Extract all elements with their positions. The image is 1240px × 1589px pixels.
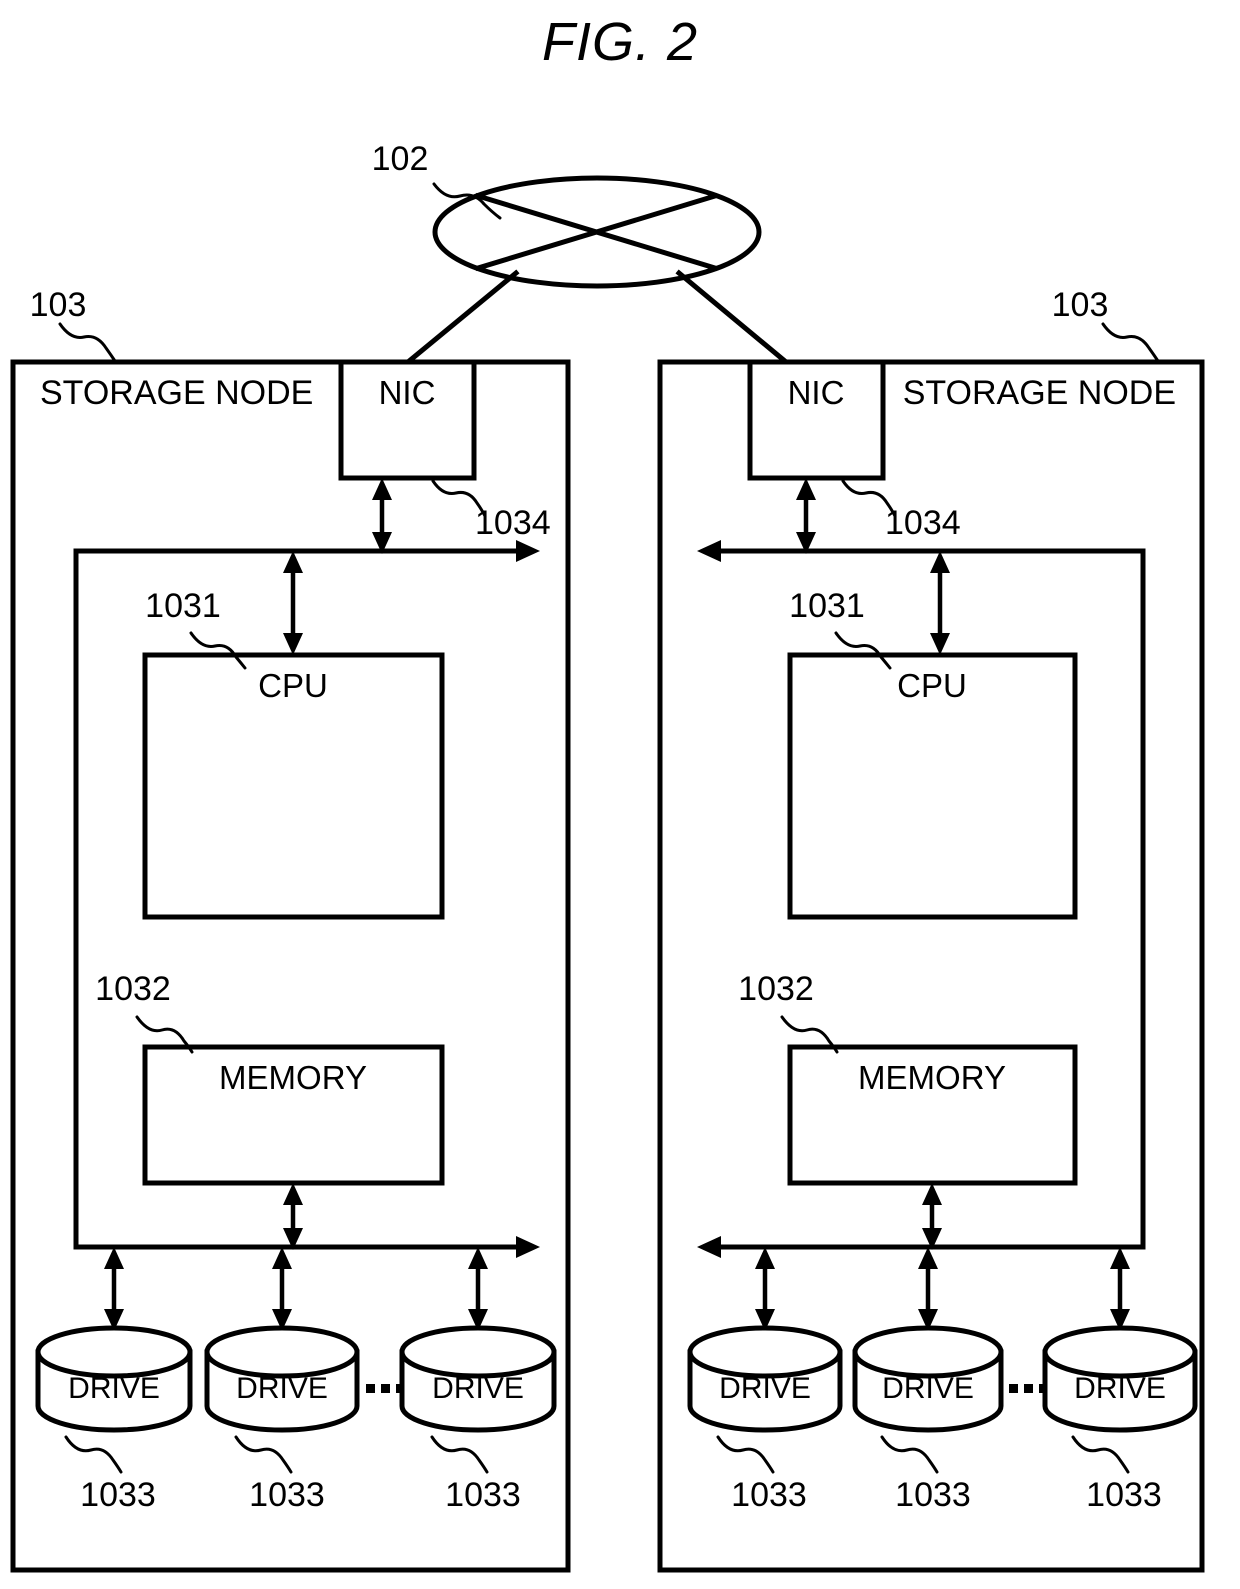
drive-right-2: DRIVE: [852, 1325, 1004, 1433]
drive-label-left-2: DRIVE: [236, 1372, 328, 1405]
ref-number-nic-left: 1034: [475, 504, 551, 542]
ref-number-network: 102: [372, 140, 429, 178]
network-symbol: [432, 175, 762, 289]
drive-left-1: DRIVE: [35, 1325, 193, 1433]
leader-line-drive-right-3: [1071, 1435, 1130, 1474]
connector-bus-drive-right-1: [755, 1247, 775, 1331]
patent-figure: FIG. 2 102 STORAGE NODE 103 NIC 1034 CPU…: [0, 0, 1240, 1589]
ref-number-memory-left: 1032: [95, 970, 171, 1008]
ref-number-drive-left-1: 1033: [80, 1476, 156, 1514]
drive-right-3: DRIVE: [1042, 1325, 1198, 1433]
leader-line-drive-left-2: [234, 1435, 293, 1474]
cpu-label-left: CPU: [258, 667, 328, 704]
ref-number-node-right: 103: [1052, 286, 1109, 324]
network-link-left: [404, 269, 520, 366]
diagram-canvas: FIG. 2 102 STORAGE NODE 103 NIC 1034 CPU…: [10, 12, 1205, 1573]
connector-nic-bus-left: [372, 478, 392, 554]
ref-number-drive-right-3: 1033: [1086, 1476, 1162, 1514]
leader-line-node-right: [1101, 322, 1160, 363]
drive-label-right-1: DRIVE: [719, 1372, 811, 1405]
leader-line-drive-left-3: [430, 1435, 489, 1474]
drive-label-right-2: DRIVE: [882, 1372, 974, 1405]
network-link-right: [675, 269, 790, 366]
leader-line-drive-right-1: [716, 1435, 775, 1474]
connector-bus-drive-left-2: [272, 1247, 292, 1331]
ref-number-node-left: 103: [30, 286, 87, 324]
leader-line-drive-left-1: [64, 1435, 123, 1474]
connector-nic-bus-right: [796, 478, 816, 554]
drive-left-3: DRIVE: [399, 1325, 557, 1433]
memory-label-right: MEMORY: [858, 1059, 1006, 1096]
ref-number-memory-right: 1032: [738, 970, 814, 1008]
drive-ellipsis-right: [1009, 1384, 1048, 1393]
internal-bus-lower-left: [73, 1236, 540, 1258]
ref-number-drive-right-1: 1033: [731, 1476, 807, 1514]
cpu-label-right: CPU: [897, 667, 967, 704]
connector-bus-cpu-right: [930, 551, 950, 655]
node-title-left: STORAGE NODE: [40, 374, 313, 412]
leader-line-drive-right-2: [880, 1435, 939, 1474]
storage-node-left: STORAGE NODE 103 NIC 1034 CPU 1031 MEMOR…: [10, 286, 571, 1573]
node-title-right: STORAGE NODE: [903, 374, 1176, 412]
connector-bus-drive-left-1: [104, 1247, 124, 1331]
drive-left-2: DRIVE: [204, 1325, 360, 1433]
connector-memory-bus-right: [922, 1183, 942, 1250]
ref-number-drive-left-2: 1033: [249, 1476, 325, 1514]
figure-title: FIG. 2: [542, 12, 698, 72]
ref-number-nic-right: 1034: [885, 504, 961, 542]
connector-bus-drive-right-2: [918, 1247, 938, 1331]
connector-bus-drive-left-3: [468, 1247, 488, 1331]
memory-label-left: MEMORY: [219, 1059, 367, 1096]
storage-node-right: STORAGE NODE 103 NIC 1034 CPU 1031 MEMOR…: [657, 286, 1205, 1573]
drive-label-left-1: DRIVE: [68, 1372, 160, 1405]
connector-bus-drive-right-3: [1110, 1247, 1130, 1331]
drive-right-1: DRIVE: [687, 1325, 843, 1433]
drive-label-right-3: DRIVE: [1074, 1372, 1166, 1405]
nic-label-left: NIC: [379, 374, 436, 411]
leader-line-node-left: [58, 322, 117, 363]
ref-number-drive-right-2: 1033: [895, 1476, 971, 1514]
drive-ellipsis-left: [366, 1384, 405, 1393]
ref-number-cpu-left: 1031: [145, 587, 221, 625]
drive-label-left-3: DRIVE: [432, 1372, 524, 1405]
ref-number-drive-left-3: 1033: [445, 1476, 521, 1514]
connector-bus-cpu-left: [283, 551, 303, 655]
connector-memory-bus-left: [283, 1183, 303, 1250]
ref-number-cpu-right: 1031: [789, 587, 865, 625]
nic-label-right: NIC: [788, 374, 845, 411]
